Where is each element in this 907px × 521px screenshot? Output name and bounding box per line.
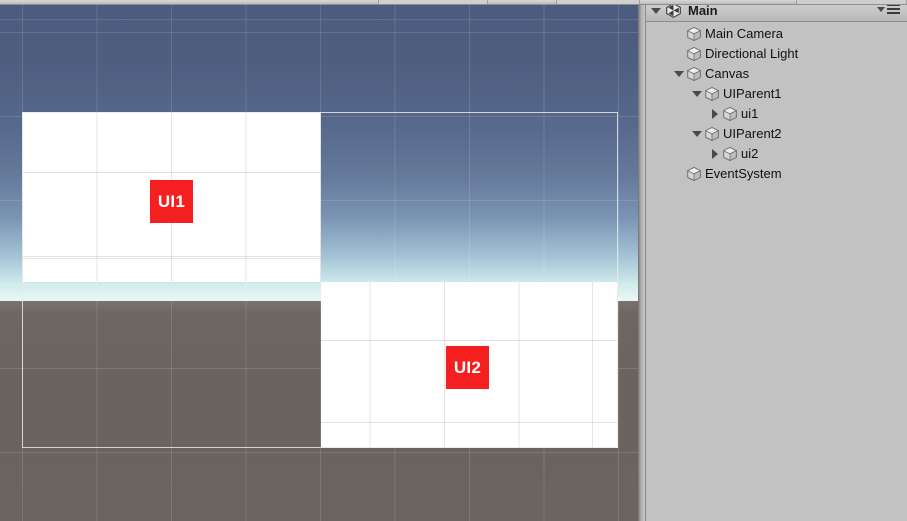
hierarchy-item-label: UIParent2	[723, 126, 782, 141]
hierarchy-panel: Main Main Camera Directional Light Canvas U…	[645, 0, 907, 521]
triangle-down-icon[interactable]	[672, 67, 686, 81]
hierarchy-item-uiparent1[interactable]: UIParent1	[646, 84, 907, 104]
hierarchy-item-label: EventSystem	[705, 166, 782, 181]
hierarchy-item-main-camera[interactable]: Main Camera	[646, 24, 907, 44]
scene-view[interactable]: UI1 UI2	[0, 4, 638, 521]
hierarchy-item-ui2[interactable]: ui2	[646, 144, 907, 164]
gameobject-icon	[686, 26, 702, 42]
gameobject-icon	[722, 146, 738, 162]
hierarchy-item-label: ui1	[741, 106, 759, 121]
gameobject-icon	[722, 106, 738, 122]
hierarchy-item-uiparent2[interactable]: UIParent2	[646, 124, 907, 144]
hierarchy-item-directional-light[interactable]: Directional Light	[646, 44, 907, 64]
gameobject-icon	[704, 126, 720, 142]
toolbar-segment[interactable]	[378, 0, 488, 4]
hamburger-menu-icon	[887, 4, 900, 14]
hierarchy-item-canvas[interactable]: Canvas	[646, 64, 907, 84]
hierarchy-item-label: UIParent1	[723, 86, 782, 101]
triangle-right-icon[interactable]	[708, 107, 722, 121]
hierarchy-scene-title: Main	[688, 3, 718, 18]
hierarchy-tree: Main Camera Directional Light Canvas UIPare…	[646, 22, 907, 184]
ui-element-ui1[interactable]: UI1	[150, 180, 193, 223]
toolbar-segment[interactable]	[796, 0, 907, 4]
gameobject-icon	[686, 66, 702, 82]
toggle-spacer	[672, 27, 686, 41]
hierarchy-item-label: ui2	[741, 146, 759, 161]
toggle-spacer	[672, 167, 686, 181]
triangle-right-icon[interactable]	[708, 147, 722, 161]
editor-toolbar-strip	[0, 0, 907, 5]
toggle-spacer	[672, 47, 686, 61]
ui-element-ui2[interactable]: UI2	[446, 346, 489, 389]
chevron-down-icon	[877, 6, 885, 12]
triangle-down-icon[interactable]	[651, 7, 661, 14]
unity-editor-window: UI1 UI2 Main Main Camera Directional Lig…	[0, 0, 907, 521]
hierarchy-options-menu[interactable]	[877, 4, 900, 14]
gameobject-icon	[704, 86, 720, 102]
hierarchy-item-label: Directional Light	[705, 46, 799, 61]
triangle-down-icon[interactable]	[690, 127, 704, 141]
hierarchy-item-ui1[interactable]: ui1	[646, 104, 907, 124]
triangle-down-icon[interactable]	[690, 87, 704, 101]
panel-splitter[interactable]	[638, 0, 645, 521]
toolbar-segment[interactable]	[556, 0, 640, 4]
hierarchy-item-label: Main Camera	[705, 26, 784, 41]
hierarchy-item-eventsystem[interactable]: EventSystem	[646, 164, 907, 184]
hierarchy-item-label: Canvas	[705, 66, 750, 81]
gameobject-icon	[686, 46, 702, 62]
gameobject-icon	[686, 166, 702, 182]
